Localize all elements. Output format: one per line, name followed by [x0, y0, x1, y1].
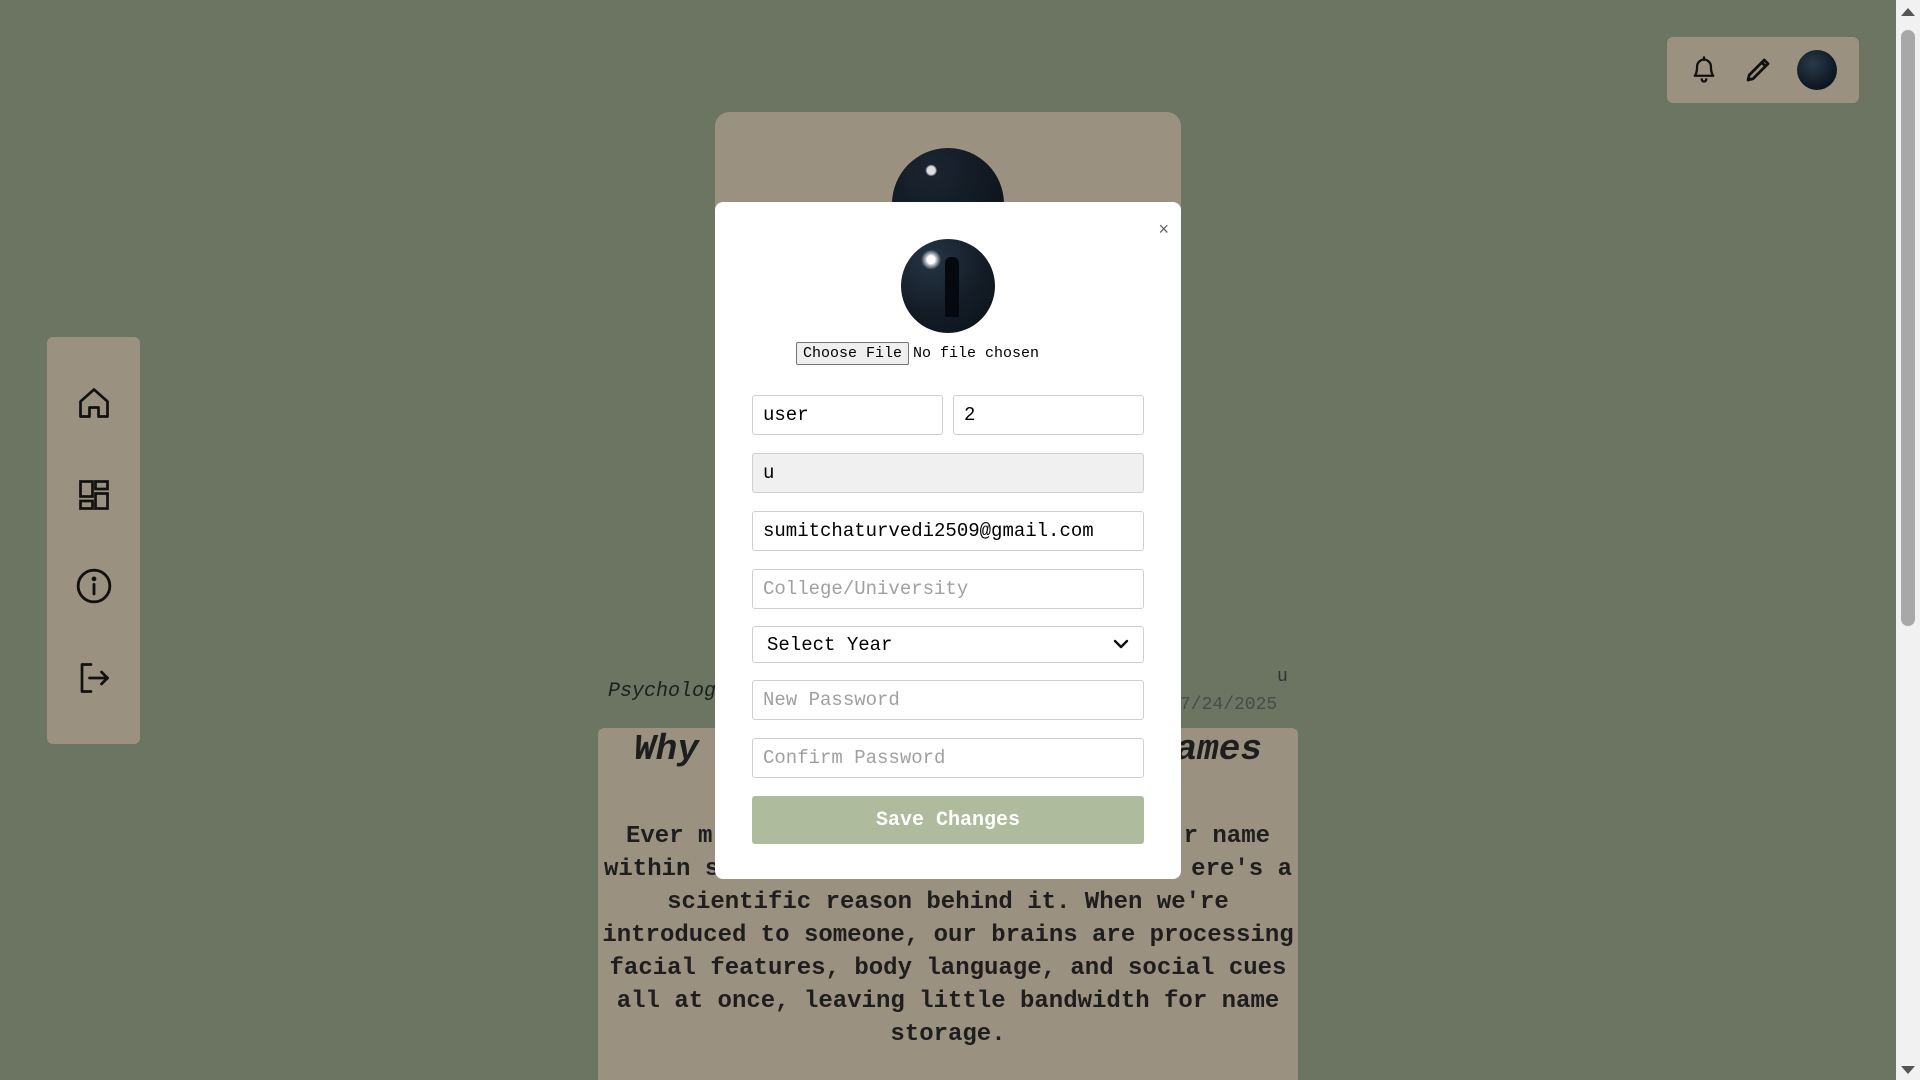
post-body-fragment: within s	[604, 856, 720, 883]
modal-avatar	[901, 239, 995, 333]
post-body-fragment: Ever m	[626, 823, 713, 850]
scroll-thumb[interactable]	[1901, 30, 1915, 626]
logout-icon[interactable]	[74, 658, 114, 698]
top-toolbar	[1667, 37, 1859, 103]
post-date: 7/24/2025	[1180, 695, 1278, 715]
year-select[interactable]: Select Year	[752, 626, 1144, 663]
file-status: No file chosen	[913, 345, 1040, 362]
user-avatar[interactable]	[1797, 50, 1837, 90]
page-scrollbar[interactable]	[1896, 0, 1920, 1080]
avatar-figure	[945, 257, 959, 317]
scroll-up-arrow[interactable]	[1901, 8, 1915, 16]
confirm-password-input[interactable]: Confirm Password	[752, 738, 1144, 778]
bell-icon[interactable]	[1689, 55, 1719, 85]
save-changes-button[interactable]: Save Changes	[752, 796, 1144, 844]
dashboard-icon[interactable]	[74, 475, 114, 515]
post-body-text: scientific reason behind it. When we're …	[602, 889, 1294, 1048]
first-name-input[interactable]: user	[752, 395, 943, 435]
username-input[interactable]: u	[752, 453, 1144, 493]
info-icon[interactable]	[74, 566, 114, 606]
post-category: Psycholog	[608, 680, 717, 703]
new-password-input[interactable]: New Password	[752, 680, 1144, 720]
scroll-down-arrow[interactable]	[1901, 1066, 1915, 1074]
post-title-right: ames	[1175, 729, 1262, 770]
post-title-left: Why	[634, 729, 699, 770]
post-author: u	[1277, 667, 1288, 687]
edit-profile-modal: × Choose File No file chosen user 2 u su…	[715, 202, 1181, 879]
college-input[interactable]: College/University	[752, 569, 1144, 609]
email-input[interactable]: sumitchaturvedi2509@gmail.com	[752, 511, 1144, 551]
pencil-icon[interactable]	[1743, 55, 1773, 85]
post-body-fragment: ere's a	[1191, 856, 1292, 883]
last-name-input[interactable]: 2	[953, 395, 1144, 435]
home-icon[interactable]	[74, 383, 114, 423]
post-body-fragment: r name	[1183, 823, 1270, 850]
choose-file-button[interactable]: Choose File	[796, 342, 910, 365]
file-upload: Choose File No file chosen	[796, 342, 1039, 365]
close-icon[interactable]: ×	[1158, 219, 1169, 240]
sidebar	[47, 337, 140, 744]
year-select-value: Select Year	[767, 633, 893, 656]
chevron-down-icon	[1113, 634, 1129, 656]
